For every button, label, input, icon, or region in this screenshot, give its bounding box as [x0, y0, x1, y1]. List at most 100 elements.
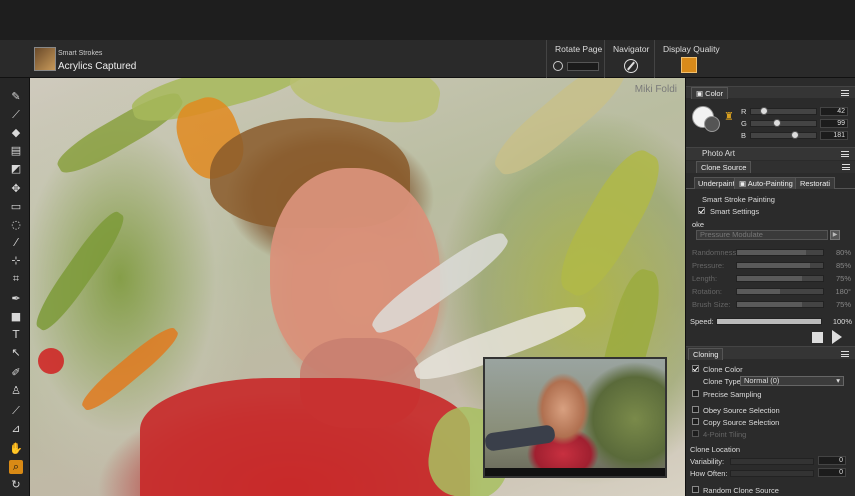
- rotate-page-icon[interactable]: ↻: [9, 478, 23, 492]
- color-panel-menu-icon[interactable]: [841, 90, 849, 96]
- how-often-value[interactable]: 0: [818, 468, 846, 477]
- rotation-fill: [737, 289, 780, 294]
- length-fill: [737, 276, 802, 281]
- copy-source-selection-checkbox[interactable]: [692, 418, 699, 425]
- display-quality-icon[interactable]: [681, 57, 697, 73]
- color-sets-icon[interactable]: ♜: [724, 110, 734, 124]
- paint-bucket-icon[interactable]: ◆: [9, 126, 23, 140]
- shirt-area: [140, 378, 470, 496]
- underpaint-tab[interactable]: Underpaint: [694, 177, 740, 189]
- text-icon[interactable]: T: [9, 328, 23, 342]
- random-clone-source-checkbox[interactable]: [692, 486, 699, 493]
- chevron-down-icon: ▾: [836, 376, 840, 385]
- obey-source-selection-label: Obey Source Selection: [703, 406, 780, 415]
- speed-value: 100%: [832, 317, 852, 326]
- magic-wand-icon[interactable]: ⁄: [9, 236, 23, 250]
- dropper-icon[interactable]: ⟋: [9, 108, 23, 122]
- dodge-icon[interactable]: ⟋: [9, 404, 23, 418]
- smart-stroke-painting-label: Smart Stroke Painting: [702, 195, 775, 204]
- pressure-slider[interactable]: [736, 262, 824, 269]
- brush-size-value: 75%: [835, 300, 851, 309]
- cloning-header: Cloning: [686, 346, 855, 360]
- mirror-icon[interactable]: ⊿: [9, 422, 23, 436]
- brush-variant-label[interactable]: Acrylics Captured: [58, 61, 136, 72]
- rectangle-select-icon[interactable]: ▭: [9, 200, 23, 214]
- clone-source-thumbnail[interactable]: [483, 357, 667, 478]
- shape-icon[interactable]: ■: [9, 310, 23, 324]
- red-value[interactable]: 42: [820, 107, 848, 116]
- rotate-angle-field[interactable]: [567, 62, 599, 71]
- document-canvas[interactable]: Miki Foldi: [30, 78, 685, 496]
- magnifier-icon[interactable]: ⌕: [9, 460, 23, 474]
- length-slider[interactable]: [736, 275, 824, 282]
- pen-icon[interactable]: ✒: [9, 292, 23, 306]
- stroke-select[interactable]: Pressure Modulate: [696, 230, 828, 240]
- speed-slider[interactable]: [716, 318, 822, 325]
- gradient-icon[interactable]: ▤: [9, 144, 23, 158]
- clone-location-label: Clone Location: [690, 445, 741, 454]
- brush-variant-icon[interactable]: [34, 47, 56, 71]
- rotation-value: 180°: [835, 287, 851, 296]
- navigator-label: Navigator: [613, 44, 650, 54]
- red-slider[interactable]: [750, 107, 817, 115]
- randomness-value: 80%: [835, 248, 851, 257]
- variability-value[interactable]: 0: [818, 456, 846, 465]
- color-tab[interactable]: ▣ Color: [691, 87, 729, 99]
- how-often-slider[interactable]: [730, 470, 814, 477]
- lasso-icon[interactable]: ◌: [9, 218, 23, 232]
- stop-button[interactable]: [812, 332, 823, 343]
- clone-color-checkbox[interactable]: [692, 365, 699, 372]
- crop-icon[interactable]: ⌗: [9, 272, 23, 286]
- transform-icon[interactable]: ⊹: [9, 254, 23, 268]
- photo-art-menu-icon[interactable]: [841, 151, 849, 157]
- green-value[interactable]: 99: [820, 119, 848, 128]
- obey-source-selection-checkbox[interactable]: [692, 406, 699, 413]
- paint-stroke: [30, 206, 131, 336]
- four-point-tiling-checkbox[interactable]: [692, 430, 699, 437]
- smart-settings-checkbox[interactable]: [698, 207, 705, 214]
- b-label: B: [741, 131, 747, 140]
- length-label: Length:: [692, 274, 718, 283]
- g-label: G: [741, 119, 747, 128]
- play-button[interactable]: [832, 330, 842, 344]
- clone-source-tab[interactable]: Clone Source: [696, 161, 752, 173]
- rotation-slider[interactable]: [736, 288, 824, 295]
- brush-size-slider[interactable]: [736, 301, 824, 308]
- stroke-label: oke: [692, 220, 705, 229]
- rotation-label: Rotation:: [692, 287, 723, 296]
- smart-settings-label: Smart Settings: [710, 207, 760, 216]
- brush-category-label[interactable]: Smart Strokes: [58, 50, 102, 57]
- blue-slider-knob[interactable]: [791, 131, 800, 139]
- blue-value[interactable]: 181: [820, 131, 848, 140]
- pressure-label: Pressure:: [692, 261, 725, 270]
- restoration-tab[interactable]: Restorati: [795, 177, 836, 189]
- navigator-icon[interactable]: [624, 59, 638, 73]
- direct-select-icon[interactable]: ↖: [9, 346, 23, 360]
- green-slider[interactable]: [750, 119, 817, 127]
- clone-source-menu-icon[interactable]: [842, 164, 850, 170]
- red-slider-knob[interactable]: [760, 107, 769, 115]
- clone-type-label: Clone Type:: [703, 377, 743, 386]
- eraser-icon[interactable]: ◩: [9, 162, 23, 176]
- additional-color-swatch[interactable]: [704, 116, 720, 132]
- move-icon[interactable]: ✥: [9, 182, 23, 196]
- clone-color-label: Clone Color: [703, 365, 743, 374]
- rubber-stamp-icon[interactable]: ♙: [9, 384, 23, 398]
- variability-slider[interactable]: [730, 458, 814, 465]
- cloner-icon[interactable]: ✐: [9, 366, 23, 380]
- cloning-menu-icon[interactable]: [841, 351, 849, 357]
- randomness-slider[interactable]: [736, 249, 824, 256]
- cloning-tab[interactable]: Cloning: [688, 348, 724, 360]
- precise-sampling-checkbox[interactable]: [692, 390, 699, 397]
- copy-source-selection-label: Copy Source Selection: [703, 418, 780, 427]
- blue-slider[interactable]: [750, 131, 817, 139]
- auto-painting-tab-label: Auto-Painting: [747, 179, 793, 188]
- clone-type-select[interactable]: Normal (0) ▾: [740, 376, 844, 386]
- green-slider-knob[interactable]: [773, 119, 782, 127]
- auto-painting-tab[interactable]: ▣ Auto-Painting: [734, 177, 798, 189]
- rotate-icon[interactable]: [553, 61, 563, 71]
- grabber-icon[interactable]: ✋: [9, 442, 23, 456]
- brush-icon[interactable]: ✎: [9, 90, 23, 104]
- rotate-page-group: Rotate Page: [546, 40, 604, 78]
- stroke-play-icon[interactable]: ▶: [830, 230, 840, 240]
